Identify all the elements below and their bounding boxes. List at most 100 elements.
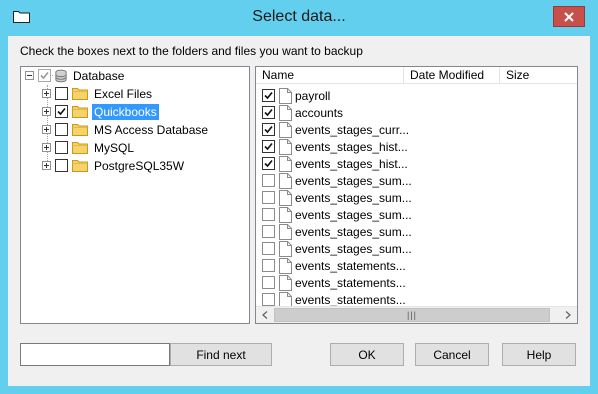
database-icon	[55, 69, 67, 82]
file-icon	[279, 274, 292, 291]
close-icon	[564, 11, 574, 22]
cancel-button[interactable]: Cancel	[415, 343, 489, 366]
expand-toggle[interactable]	[42, 89, 51, 98]
list-item-checkbox[interactable]	[262, 123, 275, 136]
list-item-checkbox[interactable]	[262, 208, 275, 221]
scrollbar-thumb[interactable]: |||	[274, 308, 550, 322]
list-item-checkbox[interactable]	[262, 106, 275, 119]
close-button[interactable]	[553, 6, 585, 27]
column-name[interactable]: Name	[256, 67, 404, 84]
list-item-checkbox[interactable]	[262, 174, 275, 187]
find-next-button[interactable]: Find next	[170, 343, 272, 366]
tree-item-checkbox[interactable]	[55, 141, 68, 154]
file-icon	[279, 87, 292, 104]
list-item-label: events_stages_hist...	[295, 139, 408, 154]
list-item-label: events_stages_hist...	[295, 156, 408, 171]
file-icon	[279, 172, 292, 189]
folder-icon	[72, 88, 88, 100]
tree-item-label: PostgreSQL35W	[94, 158, 185, 173]
chevron-left-icon	[261, 311, 267, 319]
chevron-right-icon	[565, 311, 571, 319]
title-bar[interactable]: Select data...	[0, 0, 598, 36]
tree-item-label: MySQL	[94, 140, 135, 155]
list-item[interactable]: events_stages_sum...	[262, 189, 412, 206]
list-item-label: events_stages_sum...	[295, 207, 412, 222]
list-item-checkbox[interactable]	[262, 259, 275, 272]
list-item-checkbox[interactable]	[262, 225, 275, 238]
file-list[interactable]: Name Date Modified Size payroll accounts e…	[255, 66, 578, 324]
list-item[interactable]: events_statements...	[262, 274, 406, 291]
tree-item[interactable]: PostgreSQL35W	[42, 157, 186, 174]
list-item[interactable]: payroll	[262, 87, 330, 104]
horizontal-scrollbar[interactable]: |||	[256, 306, 577, 323]
dialog-window: Select data... Check the boxes next to t…	[0, 0, 598, 394]
folder-icon	[72, 106, 88, 118]
column-size[interactable]: Size	[500, 67, 577, 84]
list-item[interactable]: events_stages_curr...	[262, 121, 409, 138]
tree-item-label: MS Access Database	[94, 122, 209, 137]
file-icon	[279, 104, 292, 121]
tree-item[interactable]: MySQL	[42, 139, 136, 156]
tree-item-label: Excel Files	[94, 86, 153, 101]
dialog-body: Check the boxes next to the folders and …	[8, 36, 590, 386]
expand-toggle[interactable]	[42, 107, 51, 116]
list-item-checkbox[interactable]	[262, 276, 275, 289]
file-icon	[279, 138, 292, 155]
list-item-checkbox[interactable]	[262, 293, 275, 306]
list-item-checkbox[interactable]	[262, 140, 275, 153]
list-item-checkbox[interactable]	[262, 242, 275, 255]
list-item-label: events_statements...	[295, 258, 406, 273]
tree-item[interactable]: Quickbooks	[42, 103, 159, 120]
expand-toggle[interactable]	[42, 161, 51, 170]
tree-item-checkbox[interactable]	[55, 159, 68, 172]
list-item-label: accounts	[295, 105, 344, 120]
tree-item-label: Quickbooks	[92, 103, 159, 120]
list-item[interactable]: events_stages_sum...	[262, 223, 412, 240]
tree-item-checkbox[interactable]	[55, 105, 68, 118]
list-item-label: events_statements...	[295, 275, 406, 290]
list-item-label: events_stages_sum...	[295, 224, 412, 239]
scroll-right-button[interactable]	[559, 307, 576, 323]
list-item[interactable]: events_stages_sum...	[262, 172, 412, 189]
tree-item-checkbox[interactable]	[55, 87, 68, 100]
folder-icon	[72, 160, 88, 172]
list-item-label: events_stages_curr...	[295, 122, 410, 137]
folder-tree[interactable]: Database Excel Files Quickbooks MS Acces…	[20, 66, 250, 324]
search-input[interactable]	[20, 343, 170, 366]
folder-icon	[72, 142, 88, 154]
list-item[interactable]: accounts	[262, 104, 343, 121]
list-item-label: events_stages_sum...	[295, 173, 412, 188]
file-icon	[279, 121, 292, 138]
tree-item[interactable]: Excel Files	[42, 85, 154, 102]
file-icon	[279, 206, 292, 223]
scrollbar-grip-icon: |||	[406, 310, 417, 320]
list-item-label: payroll	[295, 88, 331, 103]
file-icon	[279, 223, 292, 240]
column-date-modified[interactable]: Date Modified	[404, 67, 500, 84]
list-item[interactable]: events_stages_sum...	[262, 206, 412, 223]
file-icon	[279, 240, 292, 257]
list-item-checkbox[interactable]	[262, 157, 275, 170]
ok-button[interactable]: OK	[330, 343, 404, 366]
list-item-checkbox[interactable]	[262, 191, 275, 204]
list-item-label: events_stages_sum...	[295, 190, 412, 205]
tree-item-checkbox[interactable]	[55, 123, 68, 136]
list-item[interactable]: events_stages_hist...	[262, 155, 408, 172]
tree-root-label: Database	[73, 68, 125, 83]
expand-toggle[interactable]	[42, 143, 51, 152]
help-button[interactable]: Help	[502, 343, 576, 366]
file-icon	[279, 257, 292, 274]
list-item[interactable]: events_stages_sum...	[262, 240, 412, 257]
scroll-left-button[interactable]	[256, 307, 273, 323]
list-item-label: events_statements...	[295, 292, 406, 307]
collapse-toggle[interactable]	[25, 71, 34, 80]
expand-toggle[interactable]	[42, 125, 51, 134]
list-item-checkbox[interactable]	[262, 89, 275, 102]
list-item[interactable]: events_statements...	[262, 257, 406, 274]
tree-root-checkbox[interactable]	[38, 69, 51, 82]
tree-root-row[interactable]: Database	[25, 67, 126, 84]
list-item-label: events_stages_sum...	[295, 241, 412, 256]
tree-item[interactable]: MS Access Database	[42, 121, 210, 138]
window-title: Select data...	[252, 8, 346, 25]
list-item[interactable]: events_stages_hist...	[262, 138, 408, 155]
